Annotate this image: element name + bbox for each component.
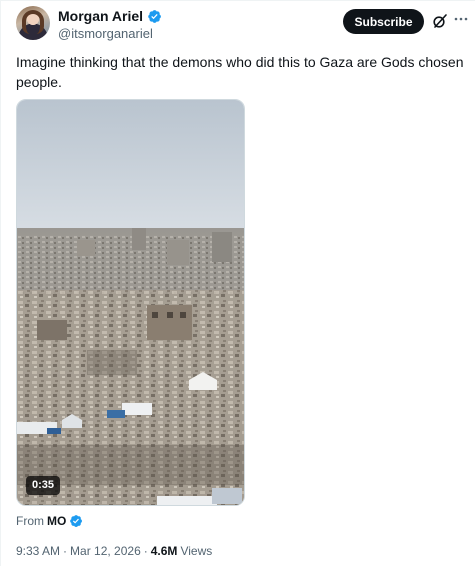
tweet-card: Morgan Ariel @itsmorganariel Subscribe I…: [0, 0, 475, 566]
subscribe-button[interactable]: Subscribe: [343, 9, 424, 34]
grok-slash-icon[interactable]: [432, 13, 448, 29]
from-source[interactable]: From MO: [16, 514, 83, 528]
meta-separator: ·: [63, 544, 68, 558]
tweet-time[interactable]: 9:33 AM: [16, 544, 60, 558]
verified-badge-icon: [148, 10, 161, 23]
video-player[interactable]: 0:35: [16, 99, 245, 506]
author-handle[interactable]: @itsmorganariel: [58, 26, 162, 42]
meta-separator: ·: [143, 544, 148, 558]
more-dots-icon[interactable]: [453, 11, 469, 27]
tweet-text: Imagine thinking that the demons who did…: [16, 54, 464, 90]
author-display-name[interactable]: Morgan Ariel: [58, 8, 143, 25]
author-block: Morgan Ariel @itsmorganariel: [58, 8, 162, 42]
views-count[interactable]: 4.6M: [151, 544, 178, 558]
name-row: Morgan Ariel: [58, 8, 162, 25]
tweet-meta: 9:33 AM · Mar 12, 2026 · 4.6M Views: [16, 544, 212, 558]
from-label: From: [16, 514, 44, 528]
source-name[interactable]: MO: [47, 514, 66, 528]
views-label: Views: [180, 544, 213, 558]
video-duration: 0:35: [26, 476, 61, 495]
avatar[interactable]: [16, 6, 50, 40]
video-thumbnail: [17, 100, 244, 505]
tweet-date[interactable]: Mar 12, 2026: [70, 544, 141, 558]
verified-badge-icon: [70, 515, 83, 527]
